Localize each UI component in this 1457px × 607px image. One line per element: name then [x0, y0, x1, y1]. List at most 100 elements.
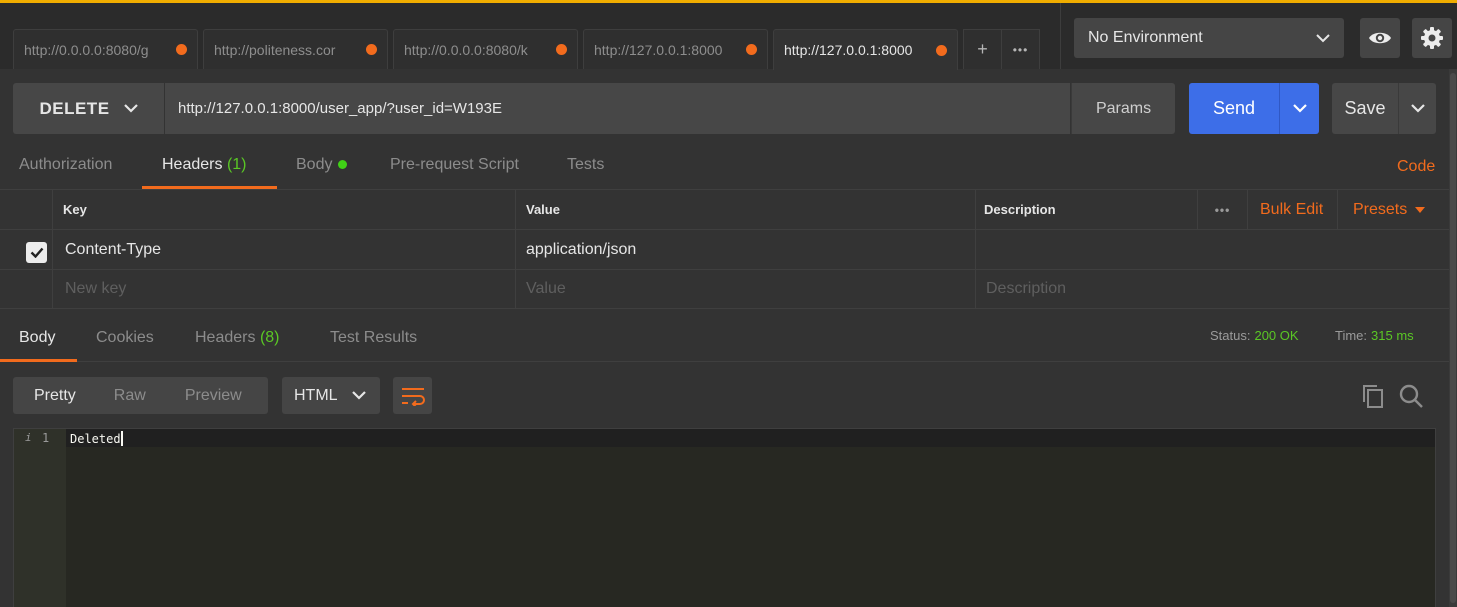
- chevron-down-icon: [351, 391, 366, 400]
- header-enabled-checkbox[interactable]: [26, 242, 47, 263]
- eye-icon: [1369, 32, 1391, 44]
- line-gutter: [14, 429, 66, 607]
- time-value: 315 ms: [1371, 328, 1414, 343]
- search-icon: [1399, 384, 1423, 408]
- chevron-down-icon: [1316, 33, 1330, 42]
- method-label: DELETE: [39, 98, 110, 118]
- send-options-button[interactable]: [1279, 83, 1319, 134]
- tab-test-results[interactable]: Test Results: [330, 329, 417, 362]
- response-status: Status: 200 OK: [1210, 328, 1299, 343]
- header-description-cell[interactable]: [975, 230, 1449, 269]
- tab-prerequest-script[interactable]: Pre-request Script: [390, 156, 519, 189]
- headers-table-header: Key Value Description ••• Bulk Edit Pres…: [0, 190, 1449, 230]
- tab-tests[interactable]: Tests: [567, 156, 604, 189]
- new-tab-button[interactable]: +: [964, 30, 1001, 69]
- method-select[interactable]: DELETE: [13, 83, 164, 134]
- environment-select-label: No Environment: [1088, 29, 1203, 46]
- status-label: Status:: [1210, 328, 1251, 343]
- body-set-dot-icon: [338, 160, 348, 170]
- response-headers-count: (8): [259, 329, 280, 346]
- url-input[interactable]: http://127.0.0.1:8000/user_app/?user_id=…: [165, 83, 1070, 134]
- tab-body[interactable]: Body: [296, 156, 348, 189]
- request-tab-label: http://politeness.cor: [214, 41, 336, 58]
- environment-quick-look-button[interactable]: [1360, 18, 1400, 58]
- column-header-value: Value: [515, 190, 975, 229]
- tab-actions: + •••: [963, 29, 1040, 69]
- header-key-cell[interactable]: Content-Type: [52, 230, 515, 269]
- request-tab-active[interactable]: http://127.0.0.1:8000: [773, 29, 958, 70]
- view-mode-selector: Pretty Raw Preview: [13, 377, 268, 414]
- chevron-down-icon: [1292, 104, 1307, 113]
- wrap-lines-button[interactable]: [393, 377, 432, 414]
- save-options-button[interactable]: [1398, 83, 1436, 134]
- tab-response-headers[interactable]: Headers (8): [195, 329, 280, 362]
- headers-count: (1): [226, 156, 247, 173]
- unsaved-dot-icon: [556, 44, 567, 55]
- tab-response-headers-label: Headers: [195, 329, 256, 346]
- request-tab[interactable]: http://127.0.0.1:8000: [583, 29, 768, 69]
- column-header-key: Key: [52, 190, 515, 229]
- active-line-highlight: [14, 429, 1435, 447]
- tab-headers[interactable]: Headers (1): [142, 156, 277, 189]
- headers-more-button[interactable]: •••: [1197, 190, 1247, 229]
- tab-bar: http://0.0.0.0:8080/g http://politeness.…: [0, 0, 1457, 70]
- new-value-input[interactable]: Value: [515, 270, 975, 308]
- response-time: Time: 315 ms: [1335, 328, 1414, 343]
- code-link[interactable]: Code: [1397, 158, 1435, 176]
- tab-response-body[interactable]: Body: [0, 329, 77, 362]
- request-tab[interactable]: http://0.0.0.0:8080/g: [13, 29, 198, 69]
- environment-select[interactable]: No Environment: [1074, 18, 1344, 58]
- request-tab[interactable]: http://politeness.cor: [203, 29, 388, 69]
- more-tabs-button[interactable]: •••: [1001, 30, 1039, 69]
- params-button[interactable]: Params: [1071, 83, 1175, 134]
- request-tab-label: http://0.0.0.0:8080/g: [24, 41, 149, 58]
- send-button[interactable]: Send: [1189, 83, 1279, 134]
- presets-dropdown[interactable]: Presets: [1337, 190, 1449, 229]
- copy-icon: [1363, 385, 1383, 408]
- tab-headers-label: Headers: [162, 156, 223, 173]
- scrollbar-thumb[interactable]: [1450, 73, 1456, 603]
- new-description-input[interactable]: Description: [975, 270, 1449, 308]
- view-mode-preview[interactable]: Preview: [185, 387, 242, 405]
- time-label: Time:: [1335, 328, 1368, 343]
- new-key-input[interactable]: New key: [52, 270, 515, 308]
- code-line: Deleted: [70, 431, 123, 446]
- code-line-text: Deleted: [70, 432, 121, 446]
- tab-authorization[interactable]: Authorization: [19, 156, 112, 189]
- column-header-description: Description: [975, 190, 1197, 229]
- tab-response-cookies[interactable]: Cookies: [96, 329, 154, 362]
- unsaved-dot-icon: [746, 44, 757, 55]
- unsaved-dot-icon: [176, 44, 187, 55]
- line-number: 1: [42, 431, 50, 445]
- view-mode-pretty[interactable]: Pretty: [34, 387, 76, 405]
- request-tab-label: http://127.0.0.1:8000: [594, 41, 723, 58]
- headers-table: Key Value Description ••• Bulk Edit Pres…: [0, 189, 1449, 309]
- text-cursor: [120, 431, 123, 446]
- tab-body-label: Body: [296, 156, 333, 173]
- save-button[interactable]: Save: [1332, 83, 1398, 134]
- table-row-new: New key Value Description: [0, 270, 1449, 309]
- chevron-down-icon: [123, 104, 138, 113]
- header-value-cell[interactable]: application/json: [515, 230, 975, 269]
- settings-button[interactable]: [1412, 18, 1452, 58]
- bulk-edit-button[interactable]: Bulk Edit: [1247, 190, 1337, 229]
- caret-down-icon: [1415, 206, 1426, 213]
- copy-button[interactable]: [1360, 383, 1386, 409]
- check-icon: [30, 247, 43, 258]
- request-tab-strip: http://0.0.0.0:8080/g http://politeness.…: [0, 3, 1061, 70]
- request-tab-label: http://0.0.0.0:8080/k: [404, 41, 528, 58]
- vertical-scrollbar[interactable]: [1449, 69, 1457, 607]
- format-select[interactable]: HTML: [282, 377, 380, 414]
- view-mode-raw[interactable]: Raw: [114, 387, 146, 405]
- status-value: 200 OK: [1254, 328, 1299, 343]
- response-body-editor[interactable]: i 1 Deleted: [13, 428, 1436, 607]
- search-button[interactable]: [1398, 383, 1424, 409]
- format-label: HTML: [294, 386, 338, 404]
- request-tab[interactable]: http://0.0.0.0:8080/k: [393, 29, 578, 69]
- info-icon: i: [25, 431, 32, 444]
- unsaved-dot-icon: [366, 44, 377, 55]
- unsaved-dot-icon: [936, 44, 947, 56]
- gear-icon: [1421, 27, 1443, 49]
- url-value: http://127.0.0.1:8000/user_app/?user_id=…: [178, 100, 502, 117]
- chevron-down-icon: [1410, 104, 1425, 113]
